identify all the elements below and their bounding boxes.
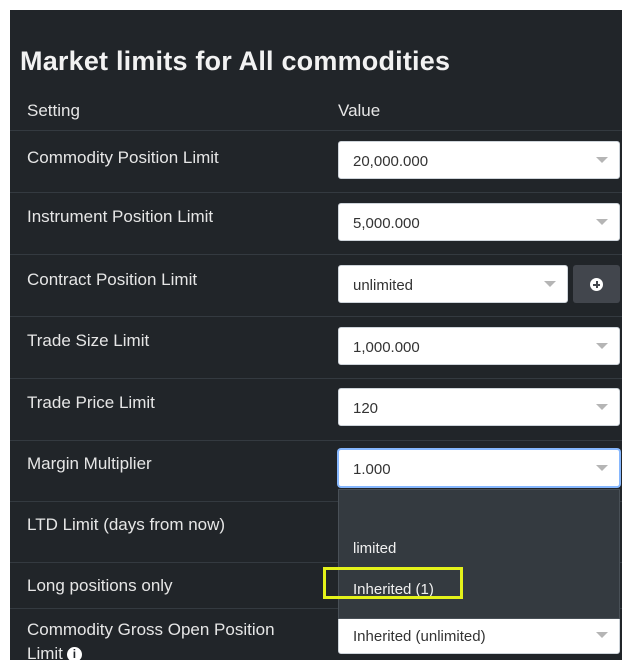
setting-label-commodity-gross-open-position-limit: Commodity Gross Open Position Limit i: [27, 618, 307, 660]
trade-size-limit-select[interactable]: 1,000.000: [338, 327, 620, 365]
chevron-down-icon: [596, 404, 608, 410]
row-divider: [10, 316, 622, 317]
select-value: 5,000.000: [353, 215, 420, 232]
header-divider: [10, 130, 622, 131]
margin-multiplier-dropdown-menu: limited Inherited (1): [338, 489, 620, 619]
select-value: 20,000.000: [353, 153, 429, 170]
column-header-setting: Setting: [27, 101, 80, 120]
trade-price-limit-select[interactable]: 120: [338, 388, 620, 426]
row-divider: [10, 378, 622, 379]
select-value: unlimited: [353, 277, 414, 294]
commodity-gross-open-position-limit-select[interactable]: Inherited (unlimited): [338, 616, 620, 654]
margin-multiplier-select[interactable]: 1.000: [338, 449, 620, 487]
chevron-down-icon: [596, 632, 608, 638]
chevron-down-icon: [596, 465, 608, 471]
setting-label-trade-price-limit: Trade Price Limit: [27, 393, 155, 412]
row-divider: [10, 440, 622, 441]
info-icon[interactable]: i: [66, 647, 82, 660]
setting-label-long-positions-only: Long positions only: [27, 576, 173, 595]
commodity-position-limit-select[interactable]: 20,000.000: [338, 141, 620, 179]
select-value: 1,000.000: [353, 339, 420, 356]
plus-circle-icon: [590, 278, 603, 291]
setting-label-instrument-position-limit: Instrument Position Limit: [27, 207, 214, 226]
row-divider: [10, 192, 622, 193]
select-value: 1.000: [353, 461, 391, 478]
dropdown-option-limited[interactable]: limited: [353, 540, 396, 557]
chevron-down-icon: [544, 281, 556, 287]
row-divider: [10, 254, 622, 255]
chevron-down-icon: [596, 343, 608, 349]
instrument-position-limit-select[interactable]: 5,000.000: [338, 203, 620, 241]
add-contract-limit-button[interactable]: [573, 265, 620, 303]
setting-label-trade-size-limit: Trade Size Limit: [27, 331, 150, 350]
select-value: Inherited (unlimited): [353, 628, 486, 645]
contract-position-limit-select[interactable]: unlimited: [338, 265, 568, 303]
setting-label-contract-position-limit: Contract Position Limit: [27, 270, 198, 289]
select-value: 120: [353, 400, 379, 417]
setting-label-text: Commodity Gross Open Position Limit: [27, 620, 275, 660]
setting-label-margin-multiplier: Margin Multiplier: [27, 454, 152, 473]
page-title: Market limits for All commodities: [20, 46, 451, 76]
highlight-box: [323, 567, 463, 599]
setting-label-ltd-limit: LTD Limit (days from now): [27, 515, 226, 534]
chevron-down-icon: [596, 219, 608, 225]
column-header-value: Value: [338, 101, 381, 120]
market-limits-panel: Market limits for All commodities Settin…: [10, 10, 622, 660]
chevron-down-icon: [596, 157, 608, 163]
setting-label-commodity-position-limit: Commodity Position Limit: [27, 148, 219, 167]
